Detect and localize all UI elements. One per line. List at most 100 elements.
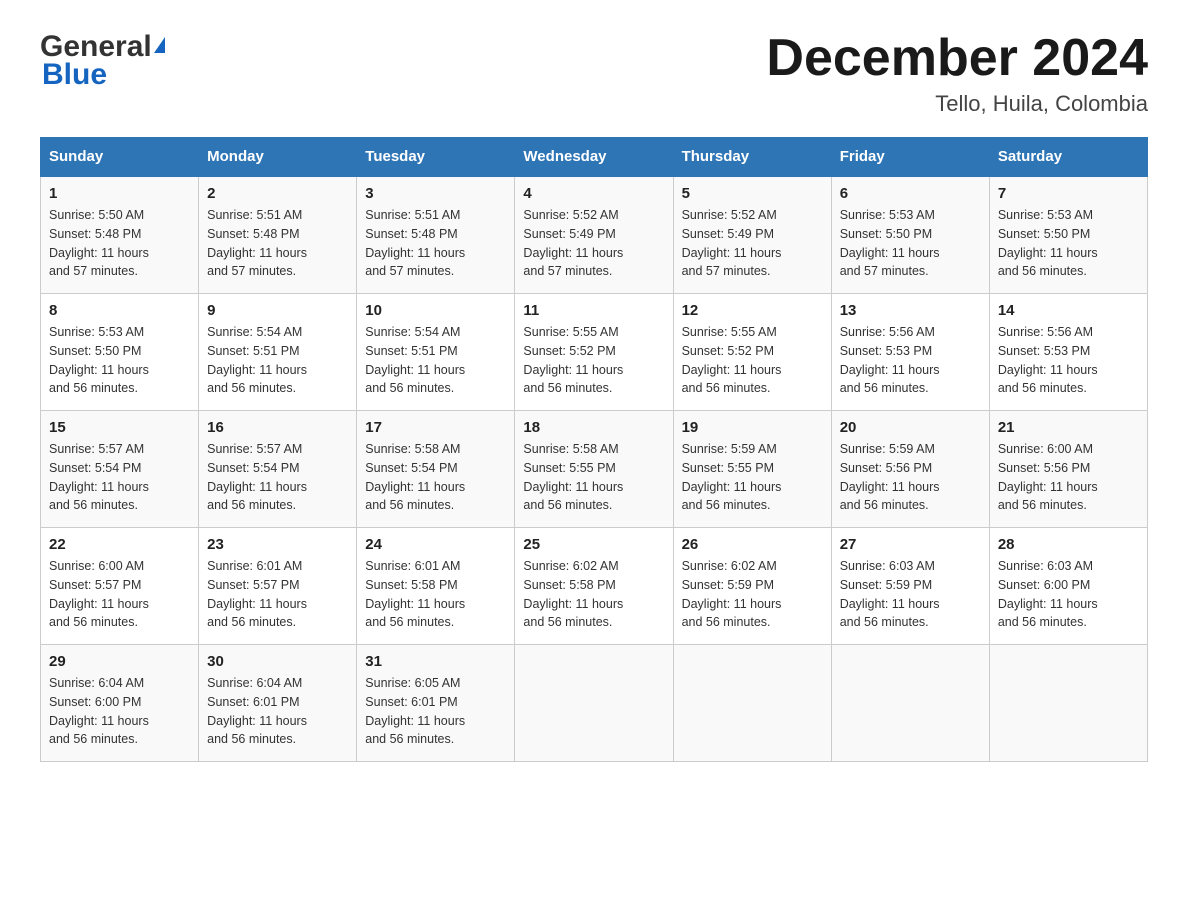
day-number: 6 <box>840 185 981 202</box>
page-header: General Blue December 2024 Tello, Huila,… <box>40 30 1148 117</box>
calendar-cell: 9 Sunrise: 5:54 AMSunset: 5:51 PMDaylight… <box>199 294 357 411</box>
logo-blue: Blue <box>40 58 107 92</box>
day-number: 21 <box>998 419 1139 436</box>
day-info: Sunrise: 6:03 AMSunset: 5:59 PMDaylight:… <box>840 557 981 632</box>
day-number: 12 <box>682 302 823 319</box>
day-info: Sunrise: 6:04 AMSunset: 6:01 PMDaylight:… <box>207 674 348 749</box>
calendar-cell <box>673 645 831 762</box>
calendar-cell: 10Sunrise: 5:54 AMSunset: 5:51 PMDayligh… <box>357 294 515 411</box>
title-area: December 2024 Tello, Huila, Colombia <box>766 30 1148 117</box>
day-number: 22 <box>49 536 190 553</box>
day-number: 25 <box>523 536 664 553</box>
day-info: Sunrise: 6:04 AMSunset: 6:00 PMDaylight:… <box>49 674 190 749</box>
day-number: 2 <box>207 185 348 202</box>
logo-triangle-icon <box>154 37 165 53</box>
day-info: Sunrise: 6:01 AMSunset: 5:57 PMDaylight:… <box>207 557 348 632</box>
day-info: Sunrise: 6:02 AMSunset: 5:59 PMDaylight:… <box>682 557 823 632</box>
day-info: Sunrise: 6:02 AMSunset: 5:58 PMDaylight:… <box>523 557 664 632</box>
page-title: December 2024 <box>766 30 1148 87</box>
calendar-cell: 4 Sunrise: 5:52 AMSunset: 5:49 PMDaylight… <box>515 176 673 294</box>
day-number: 29 <box>49 653 190 670</box>
calendar-cell: 25 Sunrise: 6:02 AMSunset: 5:58 PMDayligh… <box>515 528 673 645</box>
day-number: 13 <box>840 302 981 319</box>
day-info: Sunrise: 6:00 AMSunset: 5:57 PMDaylight:… <box>49 557 190 632</box>
day-number: 1 <box>49 185 190 202</box>
page-subtitle: Tello, Huila, Colombia <box>766 91 1148 117</box>
calendar-cell <box>989 645 1147 762</box>
day-info: Sunrise: 6:00 AMSunset: 5:56 PMDaylight:… <box>998 440 1139 515</box>
calendar-cell: 12 Sunrise: 5:55 AMSunset: 5:52 PMDayligh… <box>673 294 831 411</box>
day-number: 7 <box>998 185 1139 202</box>
day-number: 19 <box>682 419 823 436</box>
day-header-monday: Monday <box>199 138 357 177</box>
calendar-week-row: 22 Sunrise: 6:00 AMSunset: 5:57 PMDayligh… <box>41 528 1148 645</box>
calendar-week-row: 8Sunrise: 5:53 AMSunset: 5:50 PMDaylight… <box>41 294 1148 411</box>
calendar-cell: 17Sunrise: 5:58 AMSunset: 5:54 PMDayligh… <box>357 411 515 528</box>
day-header-wednesday: Wednesday <box>515 138 673 177</box>
calendar-cell: 11 Sunrise: 5:55 AMSunset: 5:52 PMDayligh… <box>515 294 673 411</box>
day-number: 3 <box>365 185 506 202</box>
calendar-cell: 20 Sunrise: 5:59 AMSunset: 5:56 PMDayligh… <box>831 411 989 528</box>
day-number: 27 <box>840 536 981 553</box>
day-number: 20 <box>840 419 981 436</box>
calendar-cell: 14 Sunrise: 5:56 AMSunset: 5:53 PMDayligh… <box>989 294 1147 411</box>
day-header-sunday: Sunday <box>41 138 199 177</box>
day-number: 4 <box>523 185 664 202</box>
day-number: 10 <box>365 302 506 319</box>
calendar-cell: 27 Sunrise: 6:03 AMSunset: 5:59 PMDayligh… <box>831 528 989 645</box>
calendar-week-row: 15 Sunrise: 5:57 AMSunset: 5:54 PMDayligh… <box>41 411 1148 528</box>
day-info: Sunrise: 5:53 AMSunset: 5:50 PMDaylight:… <box>840 206 981 281</box>
calendar-table: SundayMondayTuesdayWednesdayThursdayFrid… <box>40 137 1148 762</box>
calendar-week-row: 1Sunrise: 5:50 AMSunset: 5:48 PMDaylight… <box>41 176 1148 294</box>
day-header-thursday: Thursday <box>673 138 831 177</box>
day-info: Sunrise: 5:54 AMSunset: 5:51 PMDaylight:… <box>207 323 348 398</box>
calendar-cell: 23 Sunrise: 6:01 AMSunset: 5:57 PMDayligh… <box>199 528 357 645</box>
calendar-cell: 24Sunrise: 6:01 AMSunset: 5:58 PMDayligh… <box>357 528 515 645</box>
day-info: Sunrise: 5:51 AMSunset: 5:48 PMDaylight:… <box>365 206 506 281</box>
calendar-cell: 7Sunrise: 5:53 AMSunset: 5:50 PMDaylight… <box>989 176 1147 294</box>
day-number: 15 <box>49 419 190 436</box>
calendar-week-row: 29 Sunrise: 6:04 AMSunset: 6:00 PMDayligh… <box>41 645 1148 762</box>
calendar-cell: 26Sunrise: 6:02 AMSunset: 5:59 PMDayligh… <box>673 528 831 645</box>
day-number: 11 <box>523 302 664 319</box>
day-number: 18 <box>523 419 664 436</box>
calendar-cell: 6 Sunrise: 5:53 AMSunset: 5:50 PMDaylight… <box>831 176 989 294</box>
day-number: 14 <box>998 302 1139 319</box>
calendar-cell: 30Sunrise: 6:04 AMSunset: 6:01 PMDayligh… <box>199 645 357 762</box>
day-number: 16 <box>207 419 348 436</box>
calendar-cell <box>831 645 989 762</box>
day-info: Sunrise: 5:53 AMSunset: 5:50 PMDaylight:… <box>49 323 190 398</box>
calendar-cell: 15 Sunrise: 5:57 AMSunset: 5:54 PMDayligh… <box>41 411 199 528</box>
day-info: Sunrise: 5:59 AMSunset: 5:56 PMDaylight:… <box>840 440 981 515</box>
day-number: 23 <box>207 536 348 553</box>
day-info: Sunrise: 5:59 AMSunset: 5:55 PMDaylight:… <box>682 440 823 515</box>
day-header-friday: Friday <box>831 138 989 177</box>
calendar-cell: 16Sunrise: 5:57 AMSunset: 5:54 PMDayligh… <box>199 411 357 528</box>
calendar-cell: 28Sunrise: 6:03 AMSunset: 6:00 PMDayligh… <box>989 528 1147 645</box>
day-number: 31 <box>365 653 506 670</box>
day-info: Sunrise: 5:51 AMSunset: 5:48 PMDaylight:… <box>207 206 348 281</box>
day-header-tuesday: Tuesday <box>357 138 515 177</box>
day-info: Sunrise: 5:57 AMSunset: 5:54 PMDaylight:… <box>49 440 190 515</box>
day-info: Sunrise: 6:05 AMSunset: 6:01 PMDaylight:… <box>365 674 506 749</box>
day-number: 28 <box>998 536 1139 553</box>
day-number: 5 <box>682 185 823 202</box>
calendar-cell: 31 Sunrise: 6:05 AMSunset: 6:01 PMDayligh… <box>357 645 515 762</box>
day-info: Sunrise: 5:52 AMSunset: 5:49 PMDaylight:… <box>682 206 823 281</box>
day-info: Sunrise: 5:56 AMSunset: 5:53 PMDaylight:… <box>840 323 981 398</box>
logo: General Blue <box>40 30 165 92</box>
calendar-cell: 5 Sunrise: 5:52 AMSunset: 5:49 PMDaylight… <box>673 176 831 294</box>
day-number: 17 <box>365 419 506 436</box>
day-info: Sunrise: 5:55 AMSunset: 5:52 PMDaylight:… <box>523 323 664 398</box>
calendar-cell: 1Sunrise: 5:50 AMSunset: 5:48 PMDaylight… <box>41 176 199 294</box>
day-info: Sunrise: 5:55 AMSunset: 5:52 PMDaylight:… <box>682 323 823 398</box>
day-number: 9 <box>207 302 348 319</box>
calendar-cell: 22 Sunrise: 6:00 AMSunset: 5:57 PMDayligh… <box>41 528 199 645</box>
day-info: Sunrise: 5:52 AMSunset: 5:49 PMDaylight:… <box>523 206 664 281</box>
calendar-header-row: SundayMondayTuesdayWednesdayThursdayFrid… <box>41 138 1148 177</box>
calendar-cell <box>515 645 673 762</box>
day-info: Sunrise: 5:56 AMSunset: 5:53 PMDaylight:… <box>998 323 1139 398</box>
calendar-cell: 29 Sunrise: 6:04 AMSunset: 6:00 PMDayligh… <box>41 645 199 762</box>
day-info: Sunrise: 6:01 AMSunset: 5:58 PMDaylight:… <box>365 557 506 632</box>
calendar-cell: 21 Sunrise: 6:00 AMSunset: 5:56 PMDayligh… <box>989 411 1147 528</box>
